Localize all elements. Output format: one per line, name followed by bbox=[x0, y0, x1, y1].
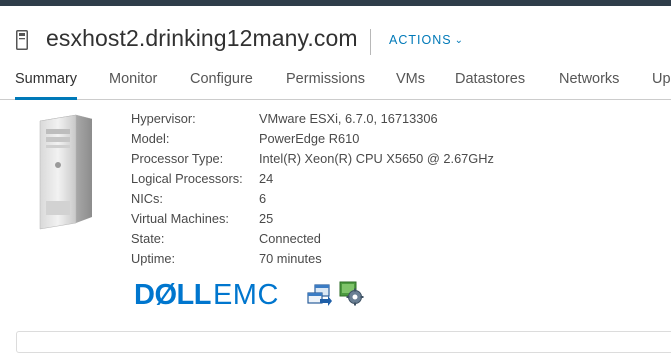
property-label: Virtual Machines: bbox=[131, 211, 229, 226]
tab-networks[interactable]: Networks bbox=[559, 69, 619, 99]
tab-configure[interactable]: Configure bbox=[190, 69, 253, 99]
property-value: Intel(R) Xeon(R) CPU X5650 @ 2.67GHz bbox=[259, 151, 494, 166]
tab-monitor[interactable]: Monitor bbox=[109, 69, 157, 99]
property-value: PowerEdge R610 bbox=[259, 131, 360, 146]
property-label: Processor Type: bbox=[131, 151, 224, 166]
emc-logo-text: EMC bbox=[212, 279, 279, 311]
tab-bar: Summary Monitor Configure Permissions VM… bbox=[0, 62, 671, 100]
property-label: Hypervisor: bbox=[131, 111, 196, 126]
property-value: Connected bbox=[259, 231, 321, 246]
property-value: 6 bbox=[259, 191, 267, 206]
object-header: esxhost2.drinking12many.com ACTIONS ⌄ bbox=[0, 6, 671, 62]
tab-summary[interactable]: Summary bbox=[15, 69, 78, 100]
property-value: VMware ESXi, 6.7.0, 16713306 bbox=[259, 111, 438, 126]
header-divider bbox=[370, 29, 371, 55]
property-label: Logical Processors: bbox=[131, 171, 243, 186]
tab-label: Configure bbox=[190, 71, 253, 87]
tab-updates[interactable]: Up bbox=[652, 69, 671, 99]
tab-label: VMs bbox=[396, 71, 425, 87]
property-label: State: bbox=[131, 231, 165, 246]
server-image bbox=[39, 114, 93, 230]
property-label: NICs: bbox=[131, 191, 163, 206]
actions-label: ACTIONS bbox=[389, 33, 452, 47]
dell-logo-text: DØLL bbox=[134, 279, 211, 311]
property-value: 24 bbox=[259, 171, 274, 186]
page-title: esxhost2.drinking12many.com bbox=[46, 25, 358, 51]
property-value: 25 bbox=[259, 211, 274, 226]
property-label: Uptime: bbox=[131, 251, 176, 266]
property-label: Model: bbox=[131, 131, 170, 146]
tab-label: Datastores bbox=[455, 71, 526, 87]
tab-vms[interactable]: VMs bbox=[396, 69, 425, 99]
tab-label: Networks bbox=[559, 71, 620, 87]
remote-console-icon[interactable] bbox=[306, 283, 332, 307]
tab-label: Up bbox=[652, 71, 671, 87]
tab-label: Summary bbox=[15, 71, 78, 87]
host-icon bbox=[16, 30, 28, 50]
summary-card bbox=[16, 331, 671, 353]
tab-label: Monitor bbox=[109, 71, 158, 87]
actions-button[interactable]: ACTIONS ⌄ bbox=[389, 30, 464, 50]
dell-emc-logo: DØLLEMC bbox=[134, 280, 279, 310]
active-tab-indicator bbox=[15, 97, 78, 100]
tab-label: Permissions bbox=[286, 71, 365, 87]
tab-datastores[interactable]: Datastores bbox=[455, 69, 525, 99]
chevron-down-icon: ⌄ bbox=[454, 35, 464, 46]
tab-permissions[interactable]: Permissions bbox=[286, 69, 365, 99]
property-value: 70 minutes bbox=[259, 251, 322, 266]
settings-gear-icon[interactable] bbox=[338, 280, 364, 306]
